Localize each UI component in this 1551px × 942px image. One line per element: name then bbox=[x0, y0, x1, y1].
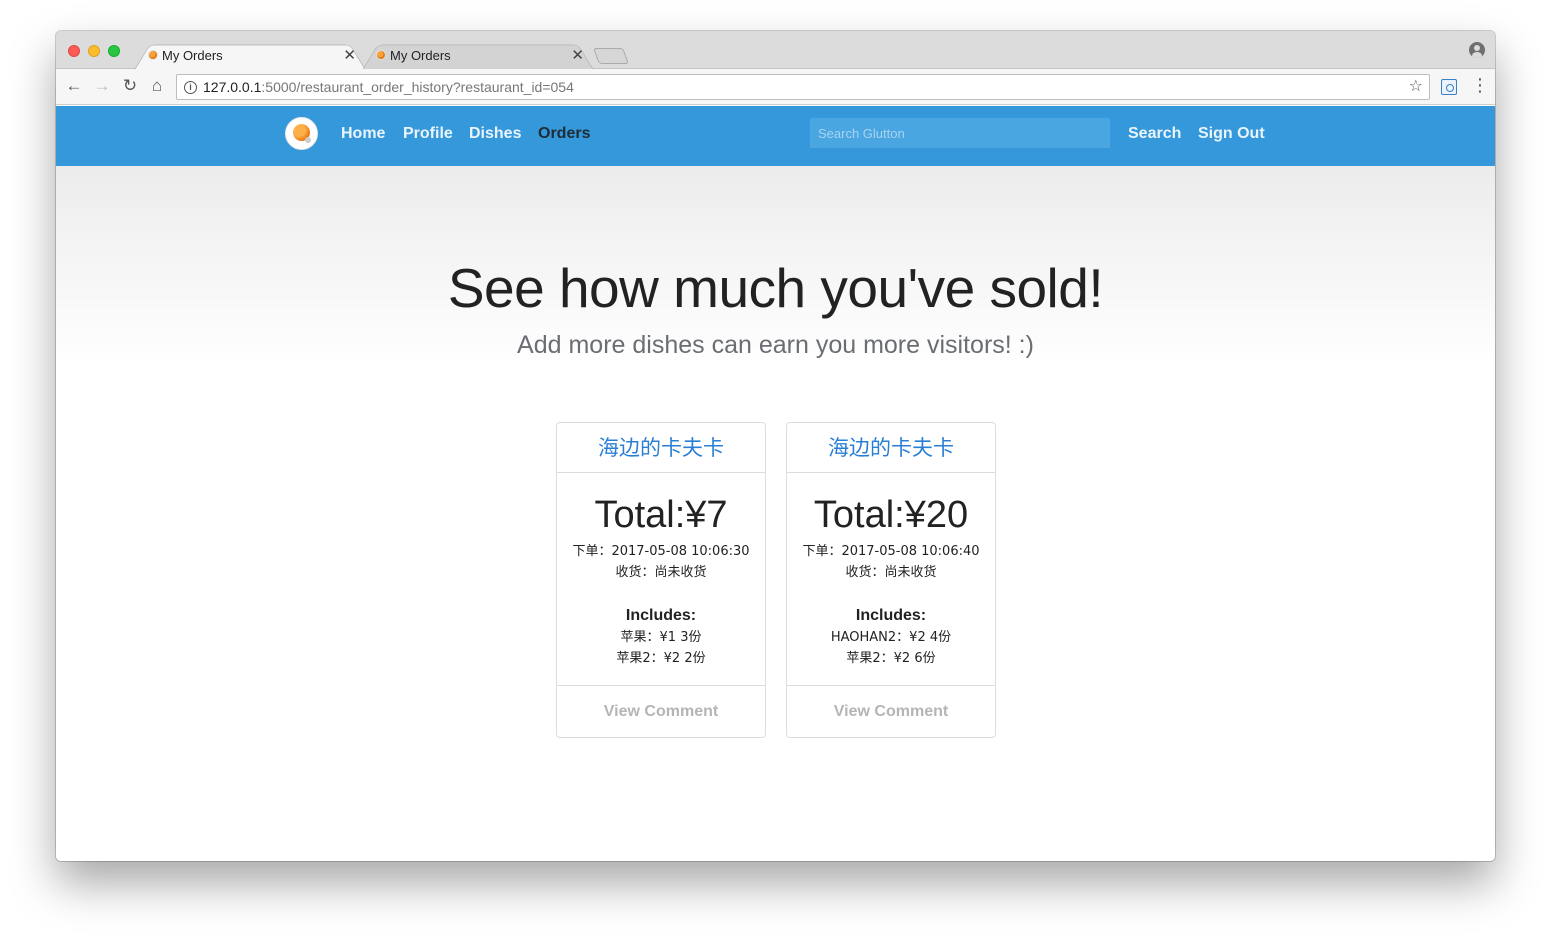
order-restaurant-name[interactable]: 海边的卡夫卡 bbox=[787, 423, 995, 473]
nav-home[interactable]: Home bbox=[341, 125, 385, 143]
order-received-status: 收货：尚未收货 bbox=[845, 565, 937, 580]
glutton-logo-icon[interactable] bbox=[285, 117, 318, 150]
page-subtitle: Add more dishes can earn you more visito… bbox=[517, 331, 1034, 359]
view-comment-button[interactable]: View Comment bbox=[557, 685, 765, 737]
order-includes-label: Includes: bbox=[855, 607, 927, 624]
tab-strip: My Orders ✕ My Orders ✕ bbox=[56, 31, 1495, 70]
address-bar[interactable]: i 127.0.0.1:5000/restaurant_order_histor… bbox=[176, 74, 1430, 100]
main-content: See how much you've sold! Add more dishe… bbox=[56, 166, 1495, 861]
order-restaurant-name[interactable]: 海边的卡夫卡 bbox=[557, 423, 765, 473]
info-icon[interactable]: i bbox=[184, 81, 197, 94]
extension-icon[interactable] bbox=[1441, 79, 1457, 95]
favicon-icon bbox=[148, 50, 158, 60]
browser-window: My Orders ✕ My Orders ✕ ← → ↻ ⌂ i 127.0.… bbox=[56, 31, 1495, 861]
search-input[interactable] bbox=[810, 118, 1110, 148]
tab-my-orders[interactable]: My Orders ✕ bbox=[362, 40, 594, 70]
order-item: 苹果2：¥2 6份 bbox=[846, 651, 936, 666]
order-card-body: Total:¥20 下单：2017-05-08 10:06:40 收货：尚未收货… bbox=[787, 473, 995, 685]
search-button[interactable]: Search bbox=[1128, 125, 1181, 143]
home-icon[interactable]: ⌂ bbox=[146, 76, 168, 96]
close-window-button[interactable] bbox=[68, 45, 80, 57]
order-total: Total:¥7 bbox=[594, 494, 728, 536]
nav-orders[interactable]: Orders bbox=[538, 125, 590, 143]
nav-dishes[interactable]: Dishes bbox=[469, 125, 521, 143]
order-item: 苹果2：¥2 2份 bbox=[616, 651, 706, 666]
forward-arrow-icon[interactable]: → bbox=[91, 76, 113, 96]
profile-icon[interactable] bbox=[1469, 42, 1485, 58]
order-item: HAOHAN2：¥2 4份 bbox=[830, 630, 952, 645]
minimize-window-button[interactable] bbox=[88, 45, 100, 57]
view-comment-button[interactable]: View Comment bbox=[787, 685, 995, 737]
close-tab-icon[interactable]: ✕ bbox=[571, 46, 584, 64]
close-tab-icon[interactable]: ✕ bbox=[343, 46, 356, 64]
order-item: 苹果：¥1 3份 bbox=[620, 630, 702, 645]
nav-profile[interactable]: Profile bbox=[403, 125, 453, 143]
order-placed-time: 下单：2017-05-08 10:06:40 bbox=[802, 544, 980, 559]
reload-icon[interactable]: ↻ bbox=[119, 76, 141, 96]
new-tab-button[interactable] bbox=[593, 48, 629, 64]
bookmark-star-icon[interactable]: ☆ bbox=[1409, 75, 1423, 99]
browser-toolbar: ← → ↻ ⌂ i 127.0.0.1:5000/restaurant_orde… bbox=[56, 69, 1495, 105]
favicon-icon bbox=[376, 50, 386, 60]
app-navbar: Home Profile Dishes Orders Search Sign O… bbox=[56, 106, 1495, 166]
sign-out-button[interactable]: Sign Out bbox=[1198, 125, 1265, 143]
order-includes-label: Includes: bbox=[625, 607, 697, 624]
order-total: Total:¥20 bbox=[813, 494, 969, 536]
order-card: 海边的卡夫卡 Total:¥7 下单：2017-05-08 10:06:30 收… bbox=[556, 422, 766, 738]
order-placed-time: 下单：2017-05-08 10:06:30 bbox=[572, 544, 750, 559]
tab-title: My Orders bbox=[162, 47, 223, 63]
back-arrow-icon[interactable]: ← bbox=[63, 76, 85, 96]
maximize-window-button[interactable] bbox=[108, 45, 120, 57]
url-host: 127.0.0.1 bbox=[203, 79, 262, 95]
order-card: 海边的卡夫卡 Total:¥20 下单：2017-05-08 10:06:40 … bbox=[786, 422, 996, 738]
order-card-body: Total:¥7 下单：2017-05-08 10:06:30 收货：尚未收货 … bbox=[557, 473, 765, 685]
url-path: :5000/restaurant_order_history?restauran… bbox=[261, 79, 574, 95]
order-received-status: 收货：尚未收货 bbox=[615, 565, 707, 580]
tab-title: My Orders bbox=[390, 47, 451, 63]
menu-dots-icon[interactable]: ⋮ bbox=[1471, 75, 1489, 95]
page-title: See how much you've sold! bbox=[447, 257, 1104, 319]
tab-my-orders-active[interactable]: My Orders ✕ bbox=[134, 40, 366, 70]
